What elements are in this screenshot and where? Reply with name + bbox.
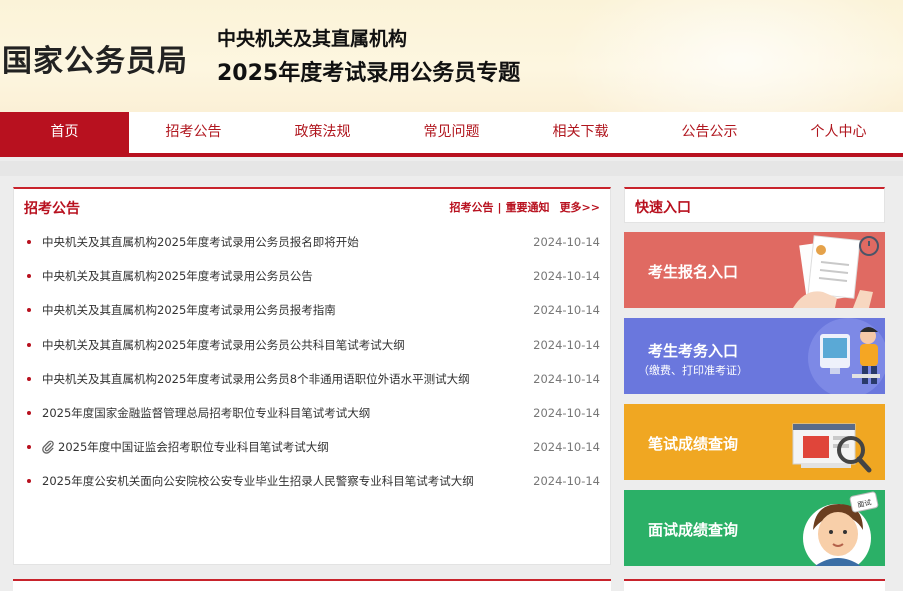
- exam-affairs-illustration-icon: [808, 318, 885, 394]
- interview-illustration-icon: 面试: [803, 491, 879, 566]
- bullet-icon: [27, 410, 31, 415]
- next-right-panel-edge: [624, 579, 885, 591]
- subtitle-topic: 2025年度考试录用公务员专题: [217, 61, 521, 86]
- news-title[interactable]: 2025年度公安机关面向公安院校公安专业毕业生招录人民警察专业科目笔试考试大纲: [42, 464, 474, 498]
- list-item[interactable]: 中央机关及其直属机构2025年度考试录用公务员报考指南 2024-10-14: [24, 293, 600, 327]
- nav-item-notices[interactable]: 公告公示: [645, 112, 774, 153]
- exam-affairs-entry-label: 考生考务入口: [648, 342, 739, 360]
- news-date: 2024-10-14: [533, 303, 600, 318]
- list-item[interactable]: 中央机关及其直属机构2025年度考试录用公务员8个非通用语职位外语水平测试大纲 …: [24, 362, 600, 396]
- exam-affairs-entry-sub: （缴费、打印准考证）: [638, 364, 748, 377]
- news-list: 中央机关及其直属机构2025年度考试录用公务员报名即将开始 2024-10-14…: [14, 225, 610, 499]
- registration-entry-label: 考生报名入口: [648, 263, 739, 281]
- nav-item-faq[interactable]: 常见问题: [387, 112, 516, 153]
- interview-score-query-label: 面试成绩查询: [648, 521, 739, 539]
- divider-strip: [0, 161, 903, 176]
- nav-item-home[interactable]: 首页: [0, 112, 129, 153]
- registration-illustration-icon: [793, 235, 879, 308]
- quick-entry-title: 快速入口: [635, 200, 691, 216]
- header-glow: [560, 0, 903, 112]
- announcements-panel: 招考公告 招考公告 | 重要通知 更多>> 中央机关及其直属机构2025年度考试录用公…: [13, 187, 611, 565]
- news-date: 2024-10-14: [533, 269, 600, 284]
- announcements-header: 招考公告 招考公告 | 重要通知 更多>>: [14, 189, 610, 225]
- link-separator: |: [497, 201, 502, 214]
- subtitle-org: 中央机关及其直属机构: [217, 28, 408, 50]
- news-date: 2024-10-14: [533, 440, 600, 455]
- link-recruitment[interactable]: 招考公告: [450, 201, 494, 214]
- written-score-illustration-icon: [792, 423, 872, 473]
- quick-entry-header: 快速入口: [624, 187, 885, 223]
- bullet-icon: [27, 445, 31, 450]
- exam-affairs-entry-button[interactable]: 考生考务入口 （缴费、打印准考证）: [624, 318, 885, 394]
- bullet-icon: [27, 342, 31, 347]
- nav-item-personal[interactable]: 个人中心: [774, 112, 903, 153]
- news-title[interactable]: 2025年度国家金融监督管理总局招考职位专业科目笔试考试大纲: [42, 396, 370, 430]
- list-item[interactable]: 中央机关及其直属机构2025年度考试录用公务员公共科目笔试考试大纲 2024-1…: [24, 328, 600, 362]
- list-item[interactable]: 2025年度国家金融监督管理总局招考职位专业科目笔试考试大纲 2024-10-1…: [24, 396, 600, 430]
- site-title[interactable]: 国家公务员局: [2, 36, 188, 80]
- news-title[interactable]: 2025年度中国证监会招考职位专业科目笔试考试大纲: [58, 430, 329, 464]
- written-score-query-label: 笔试成绩查询: [648, 435, 739, 453]
- news-title[interactable]: 中央机关及其直属机构2025年度考试录用公务员报名即将开始: [42, 225, 359, 259]
- news-title[interactable]: 中央机关及其直属机构2025年度考试录用公务员公告: [42, 259, 313, 293]
- written-score-query-button[interactable]: 笔试成绩查询: [624, 404, 885, 480]
- announcements-links: 招考公告 | 重要通知 更多>>: [450, 199, 600, 215]
- news-date: 2024-10-14: [533, 474, 600, 489]
- bullet-icon: [27, 376, 31, 381]
- next-panel-edge: [13, 579, 611, 591]
- main-nav: 首页 招考公告 政策法规 常见问题 相关下载 公告公示 个人中心: [0, 112, 903, 157]
- nav-item-recruitment[interactable]: 招考公告: [129, 112, 258, 153]
- news-date: 2024-10-14: [533, 235, 600, 249]
- bullet-icon: [27, 308, 31, 313]
- link-important-notice[interactable]: 重要通知: [506, 201, 550, 214]
- news-date: 2024-10-14: [533, 337, 600, 352]
- announcements-title: 招考公告: [24, 201, 80, 217]
- more-link[interactable]: 更多>>: [560, 201, 600, 214]
- registration-entry-button[interactable]: 考生报名入口: [624, 232, 885, 308]
- news-title[interactable]: 中央机关及其直属机构2025年度考试录用公务员公共科目笔试考试大纲: [42, 328, 405, 362]
- bullet-icon: [27, 274, 31, 279]
- list-item[interactable]: 2025年度中国证监会招考职位专业科目笔试考试大纲 2024-10-14: [24, 430, 600, 464]
- paperclip-icon: [42, 440, 54, 454]
- list-item[interactable]: 中央机关及其直属机构2025年度考试录用公务员公告 2024-10-14: [24, 259, 600, 293]
- bullet-icon: [27, 479, 31, 484]
- news-title[interactable]: 中央机关及其直属机构2025年度考试录用公务员报考指南: [42, 293, 336, 327]
- bullet-icon: [27, 240, 31, 244]
- site-header: 国家公务员局 中央机关及其直属机构 2025年度考试录用公务员专题: [0, 0, 903, 112]
- interview-score-query-button[interactable]: 面试成绩查询 面试: [624, 490, 885, 566]
- news-title[interactable]: 中央机关及其直属机构2025年度考试录用公务员8个非通用语职位外语水平测试大纲: [42, 362, 470, 396]
- nav-item-policy[interactable]: 政策法规: [258, 112, 387, 153]
- nav-item-downloads[interactable]: 相关下载: [516, 112, 645, 153]
- list-item[interactable]: 2025年度公安机关面向公安院校公安专业毕业生招录人民警察专业科目笔试考试大纲 …: [24, 464, 600, 498]
- news-date: 2024-10-14: [533, 371, 600, 386]
- news-date: 2024-10-14: [533, 405, 600, 420]
- list-item[interactable]: 中央机关及其直属机构2025年度考试录用公务员报名即将开始 2024-10-14: [24, 225, 600, 259]
